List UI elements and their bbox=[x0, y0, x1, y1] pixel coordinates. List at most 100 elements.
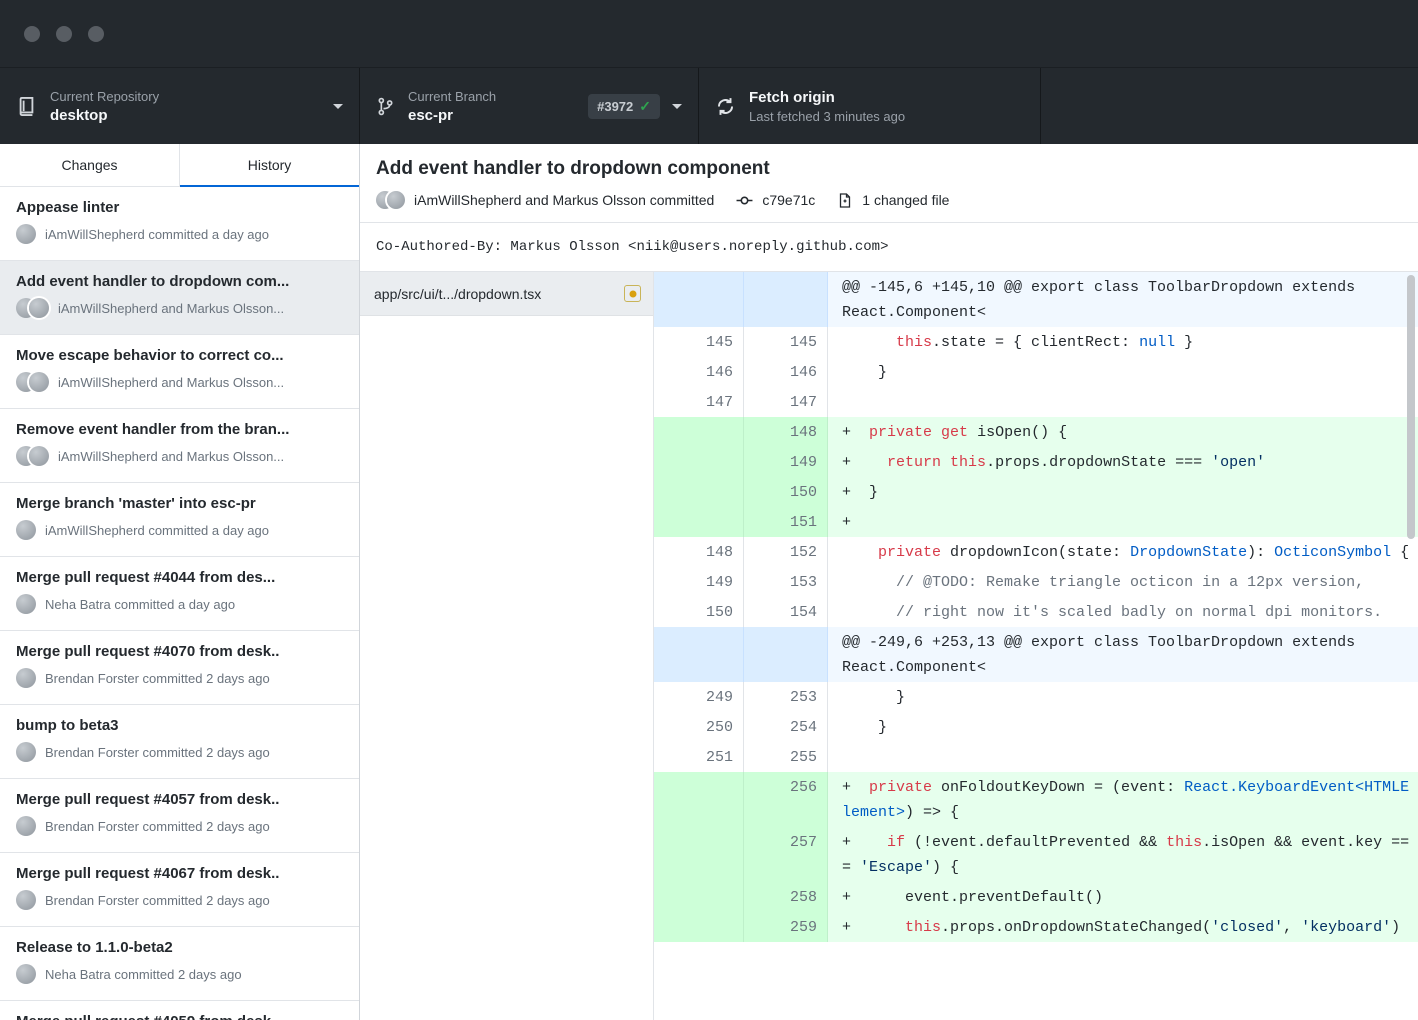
commit-list-item[interactable]: Merge pull request #4059 from desk..Bren… bbox=[0, 1001, 359, 1020]
pr-number: #3972 bbox=[597, 99, 633, 114]
commit-avatars bbox=[16, 964, 36, 984]
zoom-window-button[interactable] bbox=[88, 26, 104, 42]
line-number-old bbox=[654, 882, 744, 912]
diff-row: 149+ return this.props.dropdownState ===… bbox=[654, 447, 1418, 477]
diff-view[interactable]: @@ -145,6 +145,10 @@ export class Toolba… bbox=[654, 272, 1418, 1020]
check-icon: ✓ bbox=[639, 98, 651, 115]
commit-header: Add event handler to dropdown component … bbox=[360, 144, 1418, 223]
commit-avatars bbox=[16, 446, 49, 466]
file-diff-icon bbox=[837, 192, 853, 209]
scrollbar-thumb[interactable] bbox=[1407, 275, 1415, 539]
tab-changes[interactable]: Changes bbox=[0, 144, 179, 186]
current-repository-dropdown[interactable]: Current Repository desktop bbox=[0, 68, 360, 144]
diff-row: 148152 private dropdownIcon(state: Dropd… bbox=[654, 537, 1418, 567]
line-number-new: 253 bbox=[744, 682, 828, 712]
line-number-new: 259 bbox=[744, 912, 828, 942]
line-number-new: 145 bbox=[744, 327, 828, 357]
avatar bbox=[16, 890, 36, 910]
line-number-old bbox=[654, 417, 744, 447]
commit-avatars bbox=[16, 742, 36, 762]
tab-history[interactable]: History bbox=[179, 144, 359, 186]
commit-list-item[interactable]: Merge branch 'master' into esc-priAmWill… bbox=[0, 483, 359, 557]
commit-list-item[interactable]: Release to 1.1.0-beta2 Neha Batra committ… bbox=[0, 927, 359, 1001]
avatar bbox=[29, 446, 49, 466]
commit-list-item[interactable]: Merge pull request #4067 from desk.. Bren… bbox=[0, 853, 359, 927]
toolbar: Current Repository desktop Current Branc… bbox=[0, 68, 1418, 144]
commit-avatars bbox=[16, 816, 36, 836]
minimize-window-button[interactable] bbox=[56, 26, 72, 42]
modified-file-icon bbox=[624, 285, 641, 302]
commit-meta: iAmWillShepherd and Markus Olsson... bbox=[16, 446, 343, 466]
commit-detail-title: Add event handler to dropdown component bbox=[376, 158, 1402, 180]
commit-description: Co-Authored-By: Markus Olsson <niik@user… bbox=[360, 223, 1418, 272]
commit-avatars bbox=[16, 890, 36, 910]
commit-list-item[interactable]: Merge pull request #4057 from desk..Bren… bbox=[0, 779, 359, 853]
commit-list-item[interactable]: Merge pull request #4044 from des... Neha… bbox=[0, 557, 359, 631]
line-number-old: 250 bbox=[654, 712, 744, 742]
diff-row: 251255 bbox=[654, 742, 1418, 772]
file-path: app/src/ui/t.../dropdown.tsx bbox=[374, 286, 541, 302]
commit-list: Appease linteriAmWillShepherd committed … bbox=[0, 187, 359, 1020]
line-number-new: 256 bbox=[744, 772, 828, 827]
commit-meta: Brendan Forster committed 2 days ago bbox=[16, 742, 343, 762]
diff-row: 258+ event.preventDefault() bbox=[654, 882, 1418, 912]
commit-title: Release to 1.1.0-beta2 bbox=[16, 939, 343, 956]
line-number-new: 154 bbox=[744, 597, 828, 627]
code-line: + this.props.onDropdownStateChanged('clo… bbox=[828, 912, 1418, 942]
line-number-old bbox=[654, 772, 744, 827]
line-number-new: 151 bbox=[744, 507, 828, 537]
commit-subtitle: Neha Batra committed 2 days ago bbox=[45, 967, 242, 982]
git-branch-icon bbox=[376, 96, 395, 117]
avatar bbox=[29, 372, 49, 392]
avatar bbox=[16, 224, 36, 244]
file-list-item[interactable]: app/src/ui/t.../dropdown.tsx bbox=[360, 272, 653, 316]
commit-meta: iAmWillShepherd committed a day ago bbox=[16, 520, 343, 540]
diff-row: 150154 // right now it's scaled badly on… bbox=[654, 597, 1418, 627]
avatar bbox=[16, 742, 36, 762]
code-line: } bbox=[828, 682, 1418, 712]
line-number-new: 146 bbox=[744, 357, 828, 387]
code-line: + if (!event.defaultPrevented && this.is… bbox=[828, 827, 1418, 882]
branch-label: Current Branch bbox=[408, 89, 496, 104]
code-line: + } bbox=[828, 477, 1418, 507]
commit-avatars bbox=[16, 224, 36, 244]
commit-subtitle: Brendan Forster committed 2 days ago bbox=[45, 893, 270, 908]
diff-rows: @@ -145,6 +145,10 @@ export class Toolba… bbox=[654, 272, 1418, 942]
current-branch-dropdown[interactable]: Current Branch esc-pr #3972 ✓ bbox=[360, 68, 699, 144]
commit-list-item[interactable]: Add event handler to dropdown com...iAmW… bbox=[0, 261, 359, 335]
commit-title: Remove event handler from the bran... bbox=[16, 421, 343, 438]
diff-row: 148+ private get isOpen() { bbox=[654, 417, 1418, 447]
view-tabs: Changes History bbox=[0, 144, 359, 187]
commit-title: bump to beta3 bbox=[16, 717, 343, 734]
commit-title: Merge pull request #4067 from desk.. bbox=[16, 865, 343, 882]
commit-list-item[interactable]: Merge pull request #4070 from desk..Bren… bbox=[0, 631, 359, 705]
avatar bbox=[16, 520, 36, 540]
diff-row: 249253 } bbox=[654, 682, 1418, 712]
commit-subtitle: iAmWillShepherd committed a day ago bbox=[45, 523, 269, 538]
commit-list-item[interactable]: Remove event handler from the bran... iAm… bbox=[0, 409, 359, 483]
line-number-new: 258 bbox=[744, 882, 828, 912]
close-window-button[interactable] bbox=[24, 26, 40, 42]
commit-title: Merge pull request #4044 from des... bbox=[16, 569, 343, 586]
sidebar: Changes History Appease linteriAmWillShe… bbox=[0, 144, 360, 1020]
commit-subtitle: Brendan Forster committed 2 days ago bbox=[45, 671, 270, 686]
fetch-text: Fetch origin Last fetched 3 minutes ago bbox=[749, 89, 905, 124]
hunk-header-text: @@ -145,6 +145,10 @@ export class Toolba… bbox=[828, 272, 1418, 327]
avatar bbox=[16, 816, 36, 836]
commit-list-item[interactable]: bump to beta3 Brendan Forster committed 2… bbox=[0, 705, 359, 779]
avatar bbox=[29, 298, 49, 318]
commit-meta: iAmWillShepherd and Markus Olsson... bbox=[16, 372, 343, 392]
code-line bbox=[828, 387, 1418, 417]
commit-meta: iAmWillShepherd and Markus Olsson... bbox=[16, 298, 343, 318]
commit-list-item[interactable]: Move escape behavior to correct co...iAm… bbox=[0, 335, 359, 409]
line-number-new: 153 bbox=[744, 567, 828, 597]
diff-row: 256+ private onFoldoutKeyDown = (event: … bbox=[654, 772, 1418, 827]
commit-detail-meta: iAmWillShepherd and Markus Olsson commit… bbox=[376, 191, 1402, 209]
line-number-new bbox=[744, 627, 828, 682]
diff-hunk-header: @@ -249,6 +253,13 @@ export class Toolba… bbox=[654, 627, 1418, 682]
hunk-header-text: @@ -249,6 +253,13 @@ export class Toolba… bbox=[828, 627, 1418, 682]
commit-avatars bbox=[16, 372, 49, 392]
commit-subtitle: Neha Batra committed a day ago bbox=[45, 597, 235, 612]
commit-list-item[interactable]: Appease linteriAmWillShepherd committed … bbox=[0, 187, 359, 261]
fetch-origin-button[interactable]: Fetch origin Last fetched 3 minutes ago bbox=[699, 68, 1041, 144]
